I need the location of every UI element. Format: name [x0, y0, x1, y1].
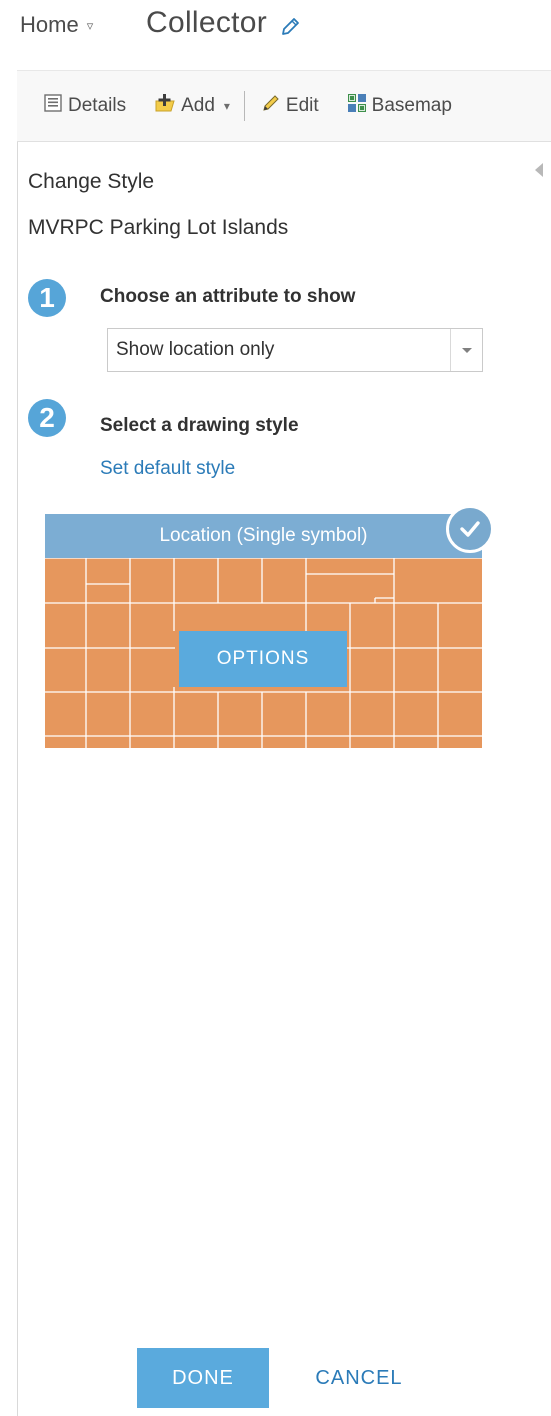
- set-default-style-link[interactable]: Set default style: [100, 458, 235, 480]
- home-label: Home: [20, 12, 79, 37]
- cancel-button[interactable]: CANCEL: [304, 1348, 414, 1408]
- attribute-select-value: Show location only: [116, 339, 275, 360]
- edit-label: Edit: [285, 95, 319, 116]
- chevron-down-icon: ▿: [86, 18, 94, 33]
- basemap-grid-icon: [347, 93, 367, 119]
- toolbar-divider: [243, 91, 245, 121]
- step-1-title: Choose an attribute to show: [100, 286, 356, 307]
- edit-pencil-icon: [261, 93, 281, 119]
- attribute-select[interactable]: Show location only: [107, 328, 483, 372]
- options-button[interactable]: OPTIONS: [179, 631, 347, 687]
- app-title-text: Collector: [146, 6, 268, 39]
- map-toolbar: Details Add ▾ Edit Basemap: [17, 70, 551, 142]
- home-menu[interactable]: Home ▿: [20, 12, 93, 38]
- pencil-icon[interactable]: [279, 12, 301, 35]
- details-button[interactable]: Details: [43, 93, 126, 119]
- chevron-down-icon: [461, 347, 472, 353]
- layer-name: MVRPC Parking Lot Islands: [28, 216, 289, 239]
- select-dropdown-button[interactable]: [450, 329, 482, 371]
- check-icon: [446, 505, 494, 553]
- app-header: Home ▿ Collector: [0, 0, 551, 70]
- basemap-button[interactable]: Basemap: [347, 93, 452, 119]
- style-card-header: Location (Single symbol): [45, 514, 482, 558]
- change-style-panel: Change Style MVRPC Parking Lot Islands 1…: [17, 142, 551, 1416]
- details-label: Details: [68, 95, 127, 116]
- add-layer-icon: [154, 93, 176, 119]
- collapse-arrow-icon[interactable]: [535, 163, 543, 177]
- done-button[interactable]: DONE: [137, 1348, 269, 1408]
- style-card-location-single-symbol[interactable]: Location (Single symbol) OPTIONS: [45, 514, 482, 748]
- add-label: Add: [181, 95, 215, 116]
- page-title: Collector: [146, 6, 301, 40]
- basemap-label: Basemap: [371, 95, 452, 116]
- chevron-down-icon: ▾: [223, 99, 230, 113]
- step-2-badge: 2: [28, 399, 66, 437]
- step-2-title: Select a drawing style: [100, 415, 299, 436]
- add-button[interactable]: Add ▾: [154, 93, 230, 119]
- step-1-badge: 1: [28, 279, 66, 317]
- edit-button[interactable]: Edit: [261, 93, 319, 119]
- details-icon: [43, 93, 63, 119]
- panel-heading: Change Style: [28, 170, 155, 193]
